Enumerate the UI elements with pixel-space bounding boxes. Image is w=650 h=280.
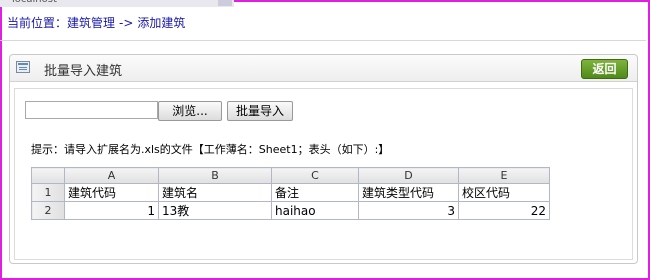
import-panel: 批量导入建筑 返回 浏览... 批量导入 提示：请导入扩展名为.xls的文件【工… (9, 54, 638, 264)
sheet-header-example: A B C D E 1 建筑代码 建筑名 备注 建筑类型代码 校区代码 2 1 … (31, 167, 550, 220)
column-header: B (158, 167, 272, 184)
table-cell: 13教 (158, 201, 272, 220)
divider (0, 40, 646, 41)
file-path-input[interactable] (25, 101, 158, 119)
table-row: 1 建筑代码 建筑名 备注 建筑类型代码 校区代码 (31, 183, 550, 202)
breadcrumb: 当前位置：建筑管理 -> 添加建筑 (7, 14, 185, 31)
table-row: 2 1 13教 haihao 3 22 (31, 201, 550, 220)
table-cell: 建筑名 (158, 183, 272, 202)
window-icon (16, 61, 30, 73)
table-cell: 备注 (271, 183, 359, 202)
column-header: A (64, 167, 159, 184)
hint-text: 提示：请导入扩展名为.xls的文件【工作薄名：Sheet1；表头（如下）:】 (31, 143, 390, 156)
row-number: 1 (31, 183, 65, 202)
column-header: E (458, 167, 550, 184)
breadcrumb-building-management[interactable]: 建筑管理 (67, 16, 115, 30)
breadcrumb-label: 当前位置： (7, 16, 68, 30)
tab-close-icon[interactable] (218, 0, 232, 6)
column-header: D (358, 167, 459, 184)
browser-tab-strip: localhost (0, 0, 234, 7)
table-cell: 校区代码 (458, 183, 550, 202)
browse-button[interactable]: 浏览... (158, 101, 222, 121)
column-header: C (271, 167, 359, 184)
table-cell: 建筑类型代码 (358, 183, 459, 202)
back-button[interactable]: 返回 (581, 59, 628, 79)
breadcrumb-add-building[interactable]: 添加建筑 (137, 16, 185, 30)
import-form: 浏览... 批量导入 提示：请导入扩展名为.xls的文件【工作薄名：Sheet1… (14, 88, 633, 260)
table-cell: haihao (271, 201, 359, 220)
panel-title: 批量导入建筑 (44, 64, 123, 79)
panel-header: 批量导入建筑 返回 (10, 55, 637, 82)
table-cell: 22 (458, 201, 550, 220)
table-cell: 建筑代码 (64, 183, 159, 202)
sheet-corner (31, 167, 65, 184)
browser-tab-title[interactable]: localhost (12, 0, 57, 6)
batch-import-button[interactable]: 批量导入 (227, 101, 293, 121)
table-cell: 1 (64, 201, 159, 220)
table-cell: 3 (358, 201, 459, 220)
breadcrumb-arrow: -> (119, 16, 134, 30)
row-number: 2 (31, 201, 65, 220)
